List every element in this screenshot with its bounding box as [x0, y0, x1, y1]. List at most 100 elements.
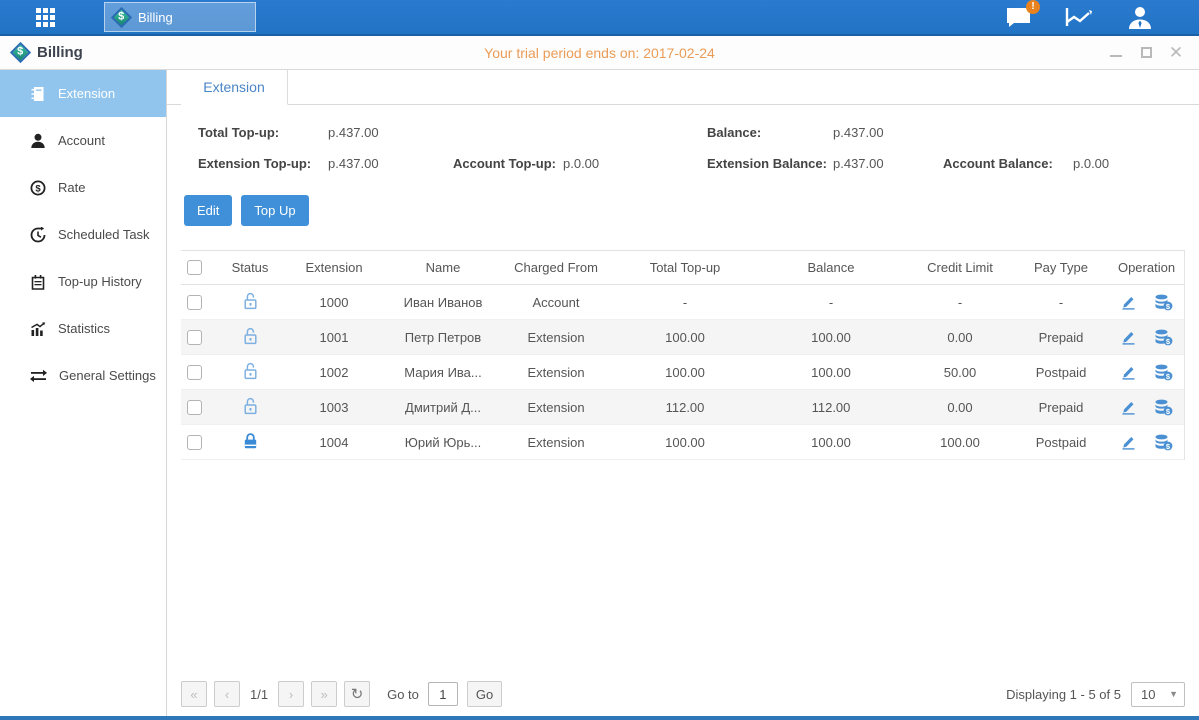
row-topup-icon[interactable]: $: [1154, 294, 1173, 311]
next-page-icon: ›: [289, 687, 293, 702]
page-size-select[interactable]: 10 ▼: [1131, 682, 1185, 707]
sidebar-item-extension[interactable]: Extension: [0, 70, 166, 117]
cell-charged-from: Extension: [497, 365, 615, 380]
goto-page-input[interactable]: [428, 682, 458, 706]
user-icon: [1127, 6, 1153, 29]
goto-label: Go to: [387, 687, 419, 702]
rate-icon: $: [30, 180, 46, 196]
taskbar-billing-app[interactable]: $ Billing: [104, 2, 256, 32]
column-operation: Operation: [1109, 260, 1184, 275]
cell-pay-type: Postpaid: [1013, 365, 1109, 380]
select-all-checkbox[interactable]: [187, 260, 202, 275]
row-edit-icon[interactable]: [1120, 294, 1137, 311]
cell-balance: 112.00: [755, 400, 907, 415]
prev-page-button[interactable]: ‹: [214, 681, 240, 707]
pagination-bar: « ‹ 1/1 › » ↻ Go to Go Displaying 1 - 5 …: [181, 681, 1185, 707]
account-balance-label: Account Balance:: [943, 156, 1053, 171]
app-grid-button[interactable]: [32, 4, 58, 30]
column-extension: Extension: [279, 260, 389, 275]
balance-summary: Total Top-up: p.437.00 Balance: p.437.00…: [181, 117, 1185, 193]
row-edit-icon[interactable]: [1120, 329, 1137, 346]
sidebar-item-scheduled-task[interactable]: Scheduled Task: [0, 211, 166, 258]
refresh-button[interactable]: ↻: [344, 681, 370, 707]
sidebar-item-label: Scheduled Task: [58, 227, 150, 242]
billing-window-icon: $: [10, 42, 31, 63]
row-edit-icon[interactable]: [1120, 399, 1137, 416]
first-page-button[interactable]: «: [181, 681, 207, 707]
cell-pay-type: Prepaid: [1013, 400, 1109, 415]
table-header: Status Extension Name Charged From Total…: [181, 250, 1184, 285]
row-checkbox[interactable]: [187, 295, 202, 310]
cell-name: Иван Иванов: [389, 295, 497, 310]
sidebar: Extension Account $ Rate Scheduled Task: [0, 70, 167, 716]
maximize-button[interactable]: [1139, 46, 1153, 60]
cell-total-topup: -: [615, 295, 755, 310]
extension-balance-value: p.437.00: [833, 156, 884, 171]
edit-button[interactable]: Edit: [184, 195, 232, 226]
cell-pay-type: Postpaid: [1013, 435, 1109, 450]
last-page-button[interactable]: »: [311, 681, 337, 707]
column-credit-limit: Credit Limit: [907, 260, 1013, 275]
row-topup-icon[interactable]: $: [1154, 364, 1173, 381]
balance-value: p.437.00: [833, 125, 884, 140]
cell-extension: 1004: [279, 435, 389, 450]
extension-topup-label: Extension Top-up:: [198, 156, 311, 171]
balance-label: Balance:: [707, 125, 761, 140]
total-topup-value: p.437.00: [328, 125, 379, 140]
sidebar-item-statistics[interactable]: Statistics: [0, 305, 166, 352]
window-titlebar: $ Billing Your trial period ends on: 201…: [0, 36, 1199, 70]
row-topup-icon[interactable]: $: [1154, 399, 1173, 416]
account-topup-label: Account Top-up:: [453, 156, 556, 171]
column-total-topup: Total Top-up: [615, 260, 755, 275]
close-button[interactable]: ✕: [1169, 46, 1183, 60]
row-topup-icon[interactable]: $: [1154, 434, 1173, 451]
topup-button[interactable]: Top Up: [241, 195, 308, 226]
column-charged-from: Charged From: [497, 260, 615, 275]
cell-extension: 1003: [279, 400, 389, 415]
column-name: Name: [389, 260, 497, 275]
row-checkbox[interactable]: [187, 435, 202, 450]
cell-name: Дмитрий Д...: [389, 400, 497, 415]
reports-button[interactable]: [1065, 6, 1093, 28]
window-title-group: $ Billing: [13, 44, 83, 61]
scheduled-task-icon: [30, 227, 46, 243]
status-lock-icon: [242, 432, 259, 453]
row-edit-icon[interactable]: [1120, 364, 1137, 381]
cell-total-topup: 100.00: [615, 365, 755, 380]
page-size-value: 10: [1141, 687, 1155, 702]
sidebar-item-account[interactable]: Account: [0, 117, 166, 164]
row-topup-icon[interactable]: $: [1154, 329, 1173, 346]
prev-page-icon: ‹: [225, 687, 229, 702]
row-checkbox[interactable]: [187, 365, 202, 380]
go-button[interactable]: Go: [467, 681, 502, 707]
maximize-icon: [1141, 47, 1152, 58]
sidebar-item-label: Statistics: [58, 321, 110, 336]
column-pay-type: Pay Type: [1013, 260, 1109, 275]
minimize-button[interactable]: [1109, 46, 1123, 60]
content-panel: Extension Total Top-up: p.437.00 Balance…: [167, 70, 1199, 716]
trial-notice: Your trial period ends on: 2017-02-24: [0, 45, 1199, 61]
cell-extension: 1001: [279, 330, 389, 345]
next-page-button[interactable]: ›: [278, 681, 304, 707]
sidebar-item-rate[interactable]: $ Rate: [0, 164, 166, 211]
tab-extension[interactable]: Extension: [181, 70, 288, 105]
table-row: 1004 Юрий Юрь... Extension 100.00 100.00…: [181, 425, 1184, 460]
sidebar-item-topup-history[interactable]: Top-up History: [0, 258, 166, 305]
window-title: Billing: [37, 44, 83, 61]
status-lock-icon: [242, 362, 259, 383]
row-checkbox[interactable]: [187, 400, 202, 415]
cell-charged-from: Extension: [497, 330, 615, 345]
cell-extension: 1002: [279, 365, 389, 380]
account-icon: [30, 133, 46, 149]
row-edit-icon[interactable]: [1120, 434, 1137, 451]
notification-badge: !: [1026, 0, 1040, 14]
cell-balance: 100.00: [755, 330, 907, 345]
status-lock-icon: [242, 397, 259, 418]
row-checkbox[interactable]: [187, 330, 202, 345]
messages-button[interactable]: !: [1006, 7, 1031, 28]
sidebar-item-general-settings[interactable]: General Settings: [0, 352, 166, 399]
user-menu-button[interactable]: [1127, 6, 1153, 29]
status-lock-icon: [242, 292, 259, 313]
cell-balance: -: [755, 295, 907, 310]
chevron-down-icon: ▼: [1169, 689, 1184, 699]
